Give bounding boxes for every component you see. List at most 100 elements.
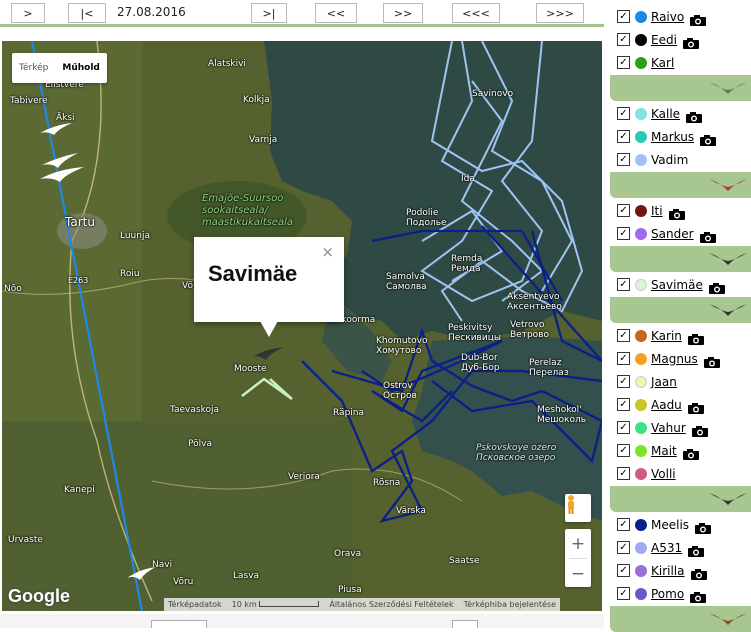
bird-name-link[interactable]: Meelis <box>651 518 689 532</box>
report-error-link[interactable]: Térképhiba bejelentése <box>464 600 556 609</box>
bottom-control[interactable] <box>452 620 478 628</box>
map-data-link[interactable]: Térképadatok <box>168 600 222 609</box>
road-label: E263 <box>68 276 89 285</box>
bird-name-link[interactable]: Karl <box>651 56 674 70</box>
first-button[interactable]: |< <box>68 3 106 23</box>
camera-icon[interactable] <box>682 445 700 460</box>
bird-item: ✓ Pomo <box>610 582 751 605</box>
bird-checkbox[interactable]: ✓ <box>617 564 630 577</box>
camera-icon[interactable] <box>703 353 721 368</box>
bird-name-link[interactable]: Magnus <box>651 352 698 366</box>
street-view-button[interactable] <box>565 494 591 522</box>
bird-item: ✓ Kalle <box>610 102 751 125</box>
place-label: Võru <box>173 577 194 587</box>
camera-icon[interactable] <box>691 422 709 437</box>
camera-icon[interactable] <box>687 399 705 414</box>
camera-icon[interactable] <box>694 519 712 534</box>
bird-checkbox[interactable]: ✓ <box>617 467 630 480</box>
fast-back-button[interactable]: <<< <box>452 3 500 23</box>
scale-bar <box>259 601 320 607</box>
group-header[interactable] <box>610 486 751 512</box>
bird-checkbox[interactable]: ✓ <box>617 444 630 457</box>
bird-checkbox[interactable]: ✓ <box>617 227 630 240</box>
bird-checkbox[interactable]: ✓ <box>617 278 630 291</box>
bird-checkbox[interactable]: ✓ <box>617 130 630 143</box>
color-dot-icon <box>635 518 647 531</box>
bird-checkbox[interactable]: ✓ <box>617 375 630 388</box>
bird-item: ✓ Markus <box>610 125 751 148</box>
camera-icon[interactable] <box>687 542 705 557</box>
step-back-button[interactable]: << <box>315 3 357 23</box>
bird-name-link[interactable]: Savimäe <box>651 278 703 292</box>
bird-checkbox[interactable]: ✓ <box>617 352 630 365</box>
bird-name-link[interactable]: Pomo <box>651 587 684 601</box>
camera-icon[interactable] <box>685 108 703 123</box>
bird-name-link[interactable]: Kirilla <box>651 564 685 578</box>
camera-icon[interactable] <box>687 330 705 345</box>
camera-icon[interactable] <box>689 588 707 603</box>
camera-icon[interactable] <box>682 34 700 49</box>
bird-name-link[interactable]: Volli <box>651 467 676 481</box>
camera-icon[interactable] <box>699 131 717 146</box>
camera-icon[interactable] <box>690 565 708 580</box>
bottom-control[interactable] <box>151 620 207 628</box>
group-header[interactable] <box>610 172 751 198</box>
map-type-roadmap[interactable]: Térkép <box>12 53 55 83</box>
bird-name-link[interactable]: Mait <box>651 444 677 458</box>
camera-icon[interactable] <box>708 279 726 294</box>
place-label: Äksi <box>56 113 75 123</box>
group-header[interactable] <box>610 606 751 632</box>
bird-item: ✓ Magnus <box>610 347 751 370</box>
place-label: Peskivitsy Пескивицы <box>448 323 501 343</box>
bird-item: ✓ Sander <box>610 222 751 245</box>
bird-checkbox[interactable]: ✓ <box>617 587 630 600</box>
bird-name-link[interactable]: A531 <box>651 541 682 555</box>
bird-name-link[interactable]: Raivo <box>651 10 684 24</box>
place-label: Dub-Bor Дуб-Бор <box>461 353 500 373</box>
bird-checkbox[interactable]: ✓ <box>617 33 630 46</box>
bird-name-link[interactable]: Markus <box>651 130 694 144</box>
bird-checkbox[interactable]: ✓ <box>617 518 630 531</box>
place-label: Nõo <box>4 284 22 294</box>
group-header[interactable] <box>610 297 751 323</box>
bird-name-link[interactable]: Iti <box>651 204 663 218</box>
bird-list-sidebar: ✓ Raivo ✓ Eedi ✓ Karl ✓ Kalle ✓ Markus ✓ Vadim ✓ Iti ✓… <box>610 0 751 632</box>
bird-checkbox[interactable]: ✓ <box>617 329 630 342</box>
bird-checkbox[interactable]: ✓ <box>617 398 630 411</box>
bird-name-link[interactable]: Eedi <box>651 33 677 47</box>
camera-icon[interactable] <box>689 11 707 26</box>
color-dot-icon <box>635 227 647 240</box>
next-button[interactable]: > <box>11 3 45 23</box>
bird-checkbox[interactable]: ✓ <box>617 107 630 120</box>
bird-name-link[interactable]: Karin <box>651 329 682 343</box>
close-icon[interactable]: × <box>321 243 334 261</box>
bird-checkbox[interactable]: ✓ <box>617 10 630 23</box>
bird-name-link[interactable]: Aadu <box>651 398 682 412</box>
terms-link[interactable]: Általános Szerződési Feltételek <box>329 600 453 609</box>
bird-checkbox[interactable]: ✓ <box>617 541 630 554</box>
zoom-out-button[interactable]: − <box>565 559 591 588</box>
bird-name-link[interactable]: Vadim <box>651 153 688 167</box>
bird-checkbox[interactable]: ✓ <box>617 56 630 69</box>
fast-forward-button[interactable]: >>> <box>536 3 584 23</box>
bird-name-link[interactable]: Kalle <box>651 107 680 121</box>
place-label: Kolkja <box>243 95 270 105</box>
last-button[interactable]: >| <box>251 3 287 23</box>
bird-checkbox[interactable]: ✓ <box>617 421 630 434</box>
bird-name-link[interactable]: Vahur <box>651 421 686 435</box>
step-forward-button[interactable]: >> <box>383 3 423 23</box>
map-type-satellite[interactable]: Műhold <box>55 53 106 83</box>
bird-item: ✓ Iti <box>610 199 751 222</box>
zoom-in-button[interactable]: + <box>565 529 591 558</box>
place-label: Ostrov Остров <box>383 381 417 401</box>
group-header[interactable] <box>610 246 751 272</box>
bird-name-link[interactable]: Jaan <box>651 375 677 389</box>
camera-icon[interactable] <box>699 228 717 243</box>
bird-checkbox[interactable]: ✓ <box>617 153 630 166</box>
group-header[interactable] <box>610 75 751 101</box>
bird-checkbox[interactable]: ✓ <box>617 204 630 217</box>
map-view[interactable]: Alatskivi Elistvere Tabivere Äksi Kolkja… <box>2 41 602 611</box>
camera-icon[interactable] <box>668 205 686 220</box>
color-dot-icon <box>635 107 647 120</box>
bird-name-link[interactable]: Sander <box>651 227 694 241</box>
